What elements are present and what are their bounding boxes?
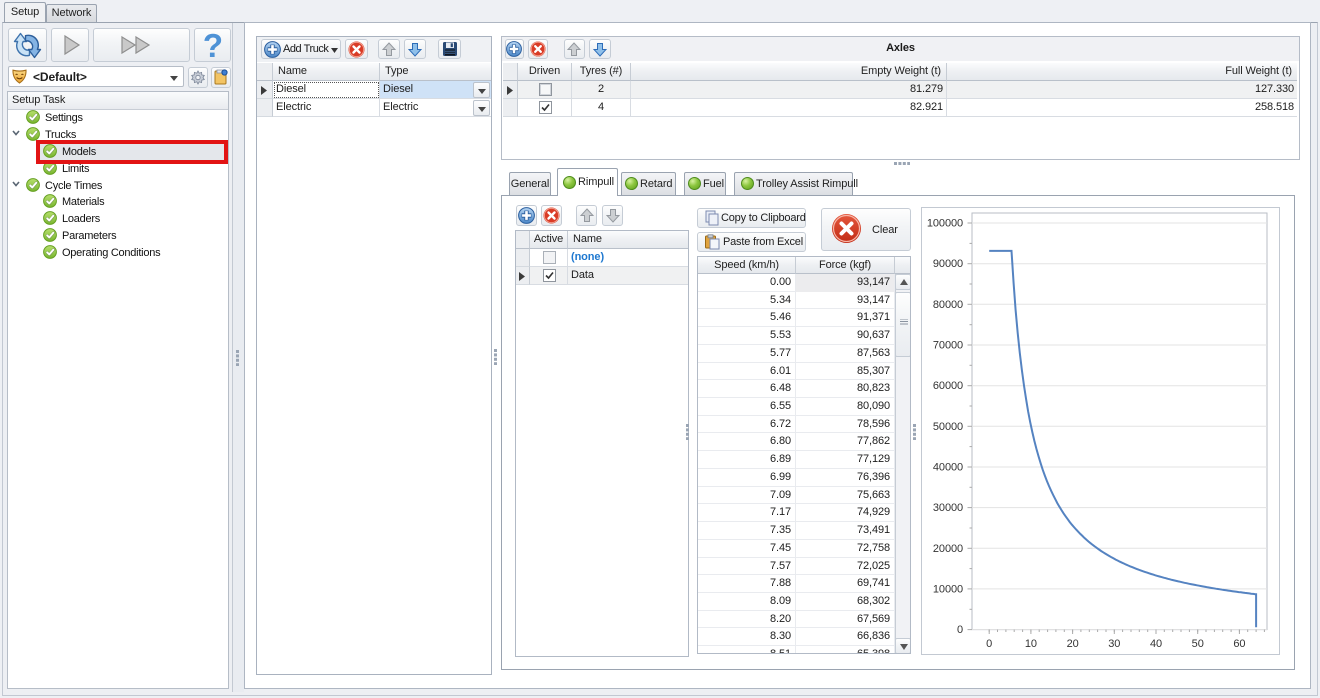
svg-text:50: 50	[1192, 638, 1204, 650]
svg-text:40: 40	[1150, 638, 1162, 650]
svg-text:30000: 30000	[933, 502, 963, 514]
svg-text:10000: 10000	[933, 583, 963, 595]
svg-text:90000: 90000	[933, 258, 963, 270]
svg-text:20000: 20000	[933, 543, 963, 555]
svg-text:0: 0	[957, 624, 963, 636]
svg-text:70000: 70000	[933, 340, 963, 352]
svg-text:20: 20	[1067, 638, 1079, 650]
svg-text:10: 10	[1025, 638, 1037, 650]
svg-text:40000: 40000	[933, 462, 963, 474]
svg-text:100000: 100000	[927, 218, 963, 230]
svg-text:0: 0	[986, 638, 992, 650]
svg-text:80000: 80000	[933, 299, 963, 311]
svg-text:60: 60	[1233, 638, 1245, 650]
svg-text:50000: 50000	[933, 421, 963, 433]
svg-text:30: 30	[1108, 638, 1120, 650]
svg-text:60000: 60000	[933, 380, 963, 392]
